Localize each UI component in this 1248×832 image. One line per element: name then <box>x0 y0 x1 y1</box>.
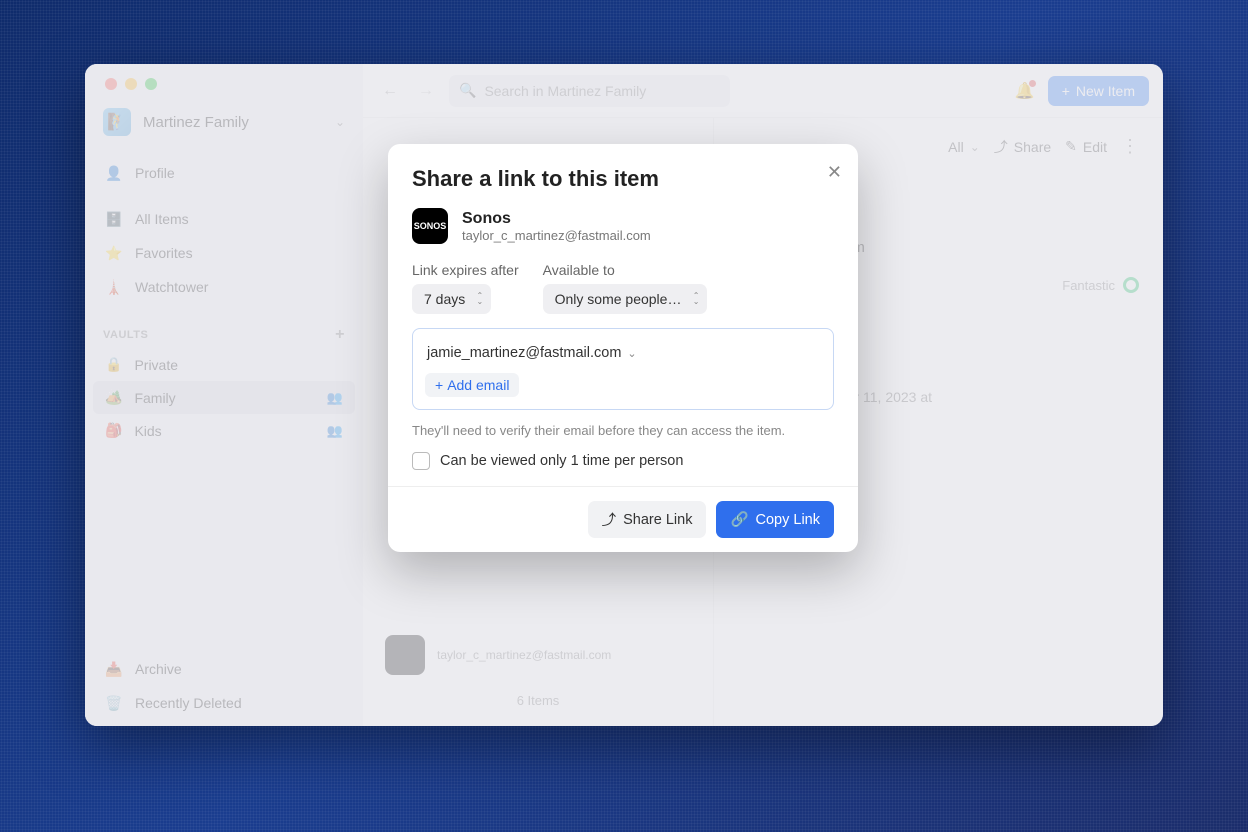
copy-link-button[interactable]: 🔗Copy Link <box>716 501 834 538</box>
chevron-down-icon: ⌄ <box>627 347 636 360</box>
add-email-button[interactable]: +Add email <box>425 373 519 397</box>
expires-label: Link expires after <box>412 262 519 278</box>
link-icon: 🔗 <box>730 511 748 528</box>
modal-title: Share a link to this item <box>412 166 834 192</box>
view-once-checkbox[interactable] <box>412 452 430 470</box>
share-modal: Share a link to this item ✕ SONOS Sonos … <box>388 144 858 552</box>
share-options: Link expires after 7 days Available to O… <box>412 262 834 314</box>
expires-dropdown[interactable]: 7 days <box>412 284 491 314</box>
email-recipients: jamie_martinez@fastmail.com⌄ +Add email <box>412 328 834 410</box>
share-link-button[interactable]: ⤴Share Link <box>588 501 707 538</box>
plus-icon: + <box>435 377 443 393</box>
modal-item: SONOS Sonos taylor_c_martinez@fastmail.c… <box>412 208 834 244</box>
close-button[interactable]: ✕ <box>827 162 842 183</box>
verify-note: They'll need to verify their email befor… <box>412 422 834 440</box>
available-label: Available to <box>543 262 708 278</box>
modal-item-sub: taylor_c_martinez@fastmail.com <box>462 228 651 243</box>
modal-item-name: Sonos <box>462 210 651 228</box>
item-icon: SONOS <box>412 208 448 244</box>
available-dropdown[interactable]: Only some people… <box>543 284 708 314</box>
modal-footer: ⤴Share Link 🔗Copy Link <box>388 486 858 552</box>
email-chip[interactable]: jamie_martinez@fastmail.com⌄ <box>425 341 639 365</box>
view-once-row[interactable]: Can be viewed only 1 time per person <box>412 452 834 470</box>
share-icon: ⤴ <box>602 509 617 530</box>
